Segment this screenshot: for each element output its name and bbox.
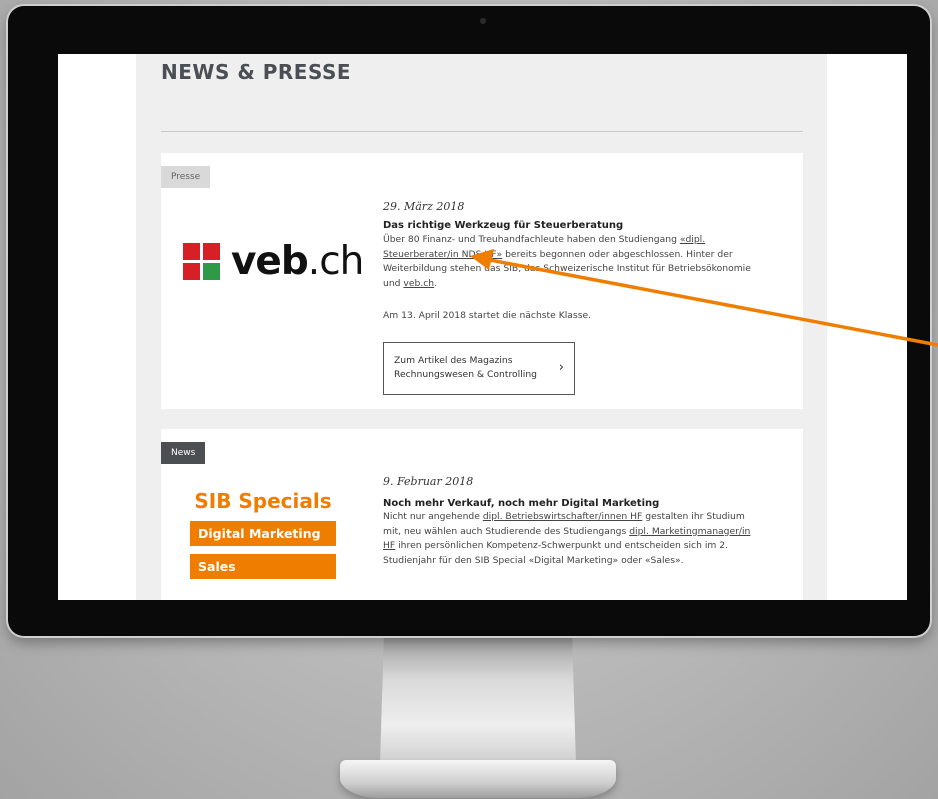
article-body: Nicht nur angehende dipl. Betriebswirtsc… [383,511,751,566]
category-tag-news[interactable]: News [161,442,206,464]
title-divider [161,131,803,132]
cta-label: Zum Artikel des Magazins Rechnungswesen … [394,355,537,380]
article-body: Über 80 Finanz- und Treuhandfachleute ha… [383,234,751,289]
veb-logo-square-2 [203,243,220,260]
veb-logo-square-1 [183,243,200,260]
veb-logo: veb.ch [183,239,364,289]
webcam-dot [480,18,486,24]
monitor-stand-neck [380,634,576,764]
monitor-screen: NEWS & PRESSE Presse veb.ch 29. März 201… [58,54,907,600]
article-headline: Das richtige Werkzeug für Steuerberatung [383,220,624,231]
news-page: NEWS & PRESSE Presse veb.ch 29. März 201… [136,54,827,600]
chevron-right-icon: › [558,360,564,375]
article-link-button[interactable]: Zum Artikel des Magazins Rechnungswesen … [383,342,575,395]
news-card-presse: Presse veb.ch 29. März 2018 Das richtige… [161,153,803,409]
article-date: 9. Februar 2018 [383,475,474,488]
category-tag-presse[interactable]: Presse [161,166,211,188]
sib-specials-logo: SIB Specials Digital Marketing Sales [183,489,343,579]
link-veb[interactable]: veb.ch [403,278,434,289]
veb-logo-square-4 [203,263,220,280]
article-body-second: Am 13. April 2018 startet die nächste Kl… [383,310,592,321]
article-headline: Noch mehr Verkauf, noch mehr Digital Mar… [383,498,660,509]
sib-logo-item-sales: Sales [190,554,336,579]
article-date: 29. März 2018 [383,200,465,213]
monitor-stand-base [340,760,616,798]
veb-logo-square-3 [183,263,200,280]
link-betriebswirtschafter[interactable]: dipl. Betriebswirtschafter/innen HF [483,511,643,522]
veb-logo-wordmark: veb.ch [231,239,364,284]
news-card-news: News SIB Specials Digital Marketing Sale… [161,429,803,600]
sib-logo-title: SIB Specials [194,489,332,513]
monitor-bezel: NEWS & PRESSE Presse veb.ch 29. März 201… [8,6,930,636]
page-title: NEWS & PRESSE [161,60,352,84]
sib-logo-item-digital-marketing: Digital Marketing [190,521,336,546]
